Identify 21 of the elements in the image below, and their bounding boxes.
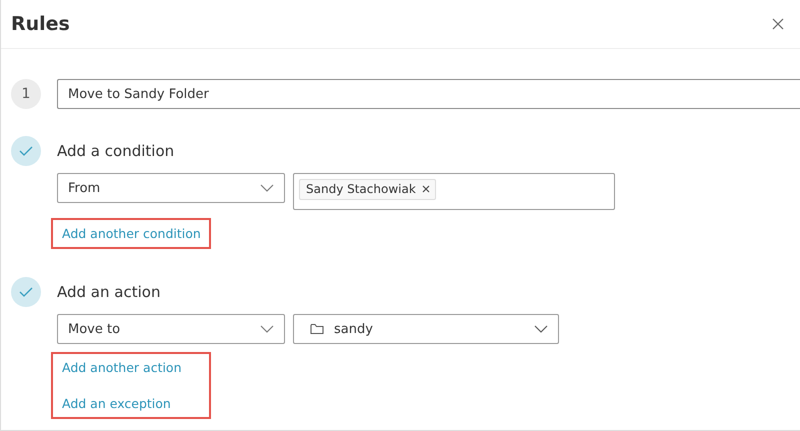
recipient-field[interactable]: Sandy Stachowiak	[293, 173, 615, 210]
section-heading: Add an action	[57, 283, 160, 301]
dropdown[interactable]: Move to	[57, 314, 285, 344]
remove-icon[interactable]	[422, 185, 430, 193]
chevron-down-icon	[260, 184, 274, 192]
chevron-down-icon	[534, 325, 548, 333]
dropdown[interactable]: From	[57, 173, 285, 203]
tag-label: Sandy Stachowiak	[306, 182, 416, 196]
add-link[interactable]: Add an exception	[62, 396, 171, 411]
folder-icon	[310, 323, 324, 335]
step-number: 1	[11, 79, 41, 109]
chevron-down-icon	[260, 325, 274, 333]
section-heading: Add a condition	[57, 142, 174, 160]
add-link[interactable]: Add another action	[62, 360, 182, 375]
check-icon	[19, 146, 33, 156]
add-link[interactable]: Add another condition	[62, 226, 201, 241]
rule-name-field[interactable]: Move to Sandy Folder	[57, 79, 800, 109]
dialog-title: Rules	[11, 13, 70, 35]
folder-dropdown[interactable]: sandy	[293, 314, 559, 344]
close-icon	[772, 18, 784, 30]
check-icon	[19, 287, 33, 297]
